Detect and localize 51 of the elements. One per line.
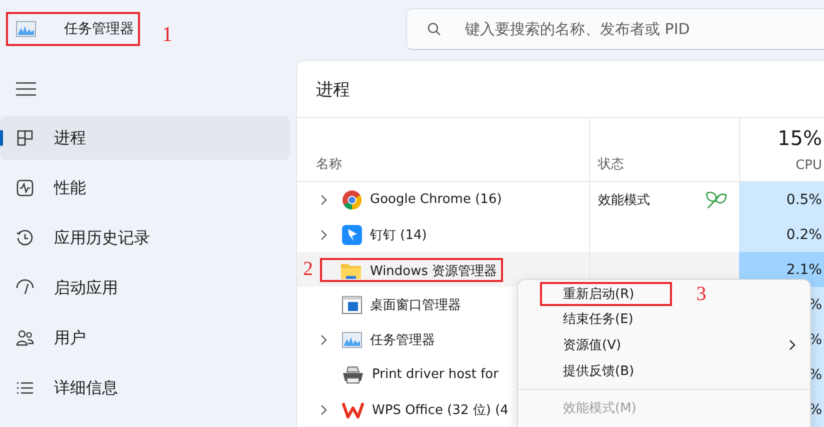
chevron-icon[interactable] [320, 228, 328, 240]
annotation-number: 2 [303, 258, 313, 281]
menu-icon[interactable] [16, 82, 36, 96]
process-name: WPS Office (32 位) (4 [372, 402, 508, 418]
grid-icon [16, 129, 34, 147]
column-header[interactable]: 状态 [589, 118, 739, 181]
process-name: Windows 资源管理器 [370, 262, 498, 280]
column-label: 状态 [598, 156, 625, 173]
cpu-cell: 0.2% [739, 217, 824, 252]
graph-icon [16, 21, 36, 37]
window-title: 任务管理器 [64, 20, 134, 38]
users-icon [16, 329, 34, 347]
folder-icon [340, 262, 362, 280]
printer-icon [342, 366, 364, 384]
window-icon [342, 296, 362, 314]
process-name: Google Chrome (16) [370, 192, 502, 207]
annotation-number: 1 [162, 22, 172, 46]
chevron-icon[interactable] [320, 404, 328, 416]
gauge-icon [16, 279, 34, 297]
sidebar-item[interactable]: 详细信息 [0, 366, 290, 410]
sidebar-item[interactable]: 进程 [0, 116, 290, 160]
sidebar-item[interactable]: 应用历史记录 [0, 216, 290, 260]
chevron-icon [789, 339, 796, 351]
column-label: 名称 [316, 156, 343, 173]
column-label: CPU [796, 158, 822, 173]
graph-icon [342, 332, 362, 348]
search-field[interactable]: 键入要搜索的名称、发布者或 PID [406, 8, 824, 50]
cpu-cell: 0.5% [739, 182, 824, 217]
browser-icon [342, 190, 362, 210]
sidebar-item[interactable]: 启动应用 [0, 266, 290, 310]
process-name: 钉钉 (14) [370, 226, 427, 244]
history-icon [16, 229, 34, 247]
column-header[interactable]: 名称 [297, 118, 589, 181]
sidebar-item[interactable]: 性能 [0, 166, 290, 210]
process-name: 桌面窗口管理器 [370, 296, 461, 314]
pulse-icon [16, 179, 34, 197]
process-name: 任务管理器 [370, 332, 435, 348]
process-row[interactable]: Google Chrome (16) 效能模式 0.5% [297, 182, 824, 217]
selection-indicator [0, 130, 3, 146]
search-input[interactable]: 键入要搜索的名称、发布者或 PID [463, 19, 824, 39]
zigzag-icon [342, 400, 364, 418]
chevron-icon[interactable] [320, 194, 328, 206]
search-icon [427, 22, 441, 36]
cpu-total: 15% [778, 126, 822, 150]
page-title: 进程 [297, 61, 824, 118]
process-name: Print driver host for [372, 367, 498, 382]
sidebar-item[interactable]: 用户 [0, 316, 290, 360]
chevron-icon[interactable] [320, 334, 328, 346]
menu-item[interactable]: 重新启动(R) [540, 282, 672, 306]
column-header[interactable]: 15% CPU [739, 118, 824, 181]
status-text: 效能模式 [598, 192, 650, 208]
